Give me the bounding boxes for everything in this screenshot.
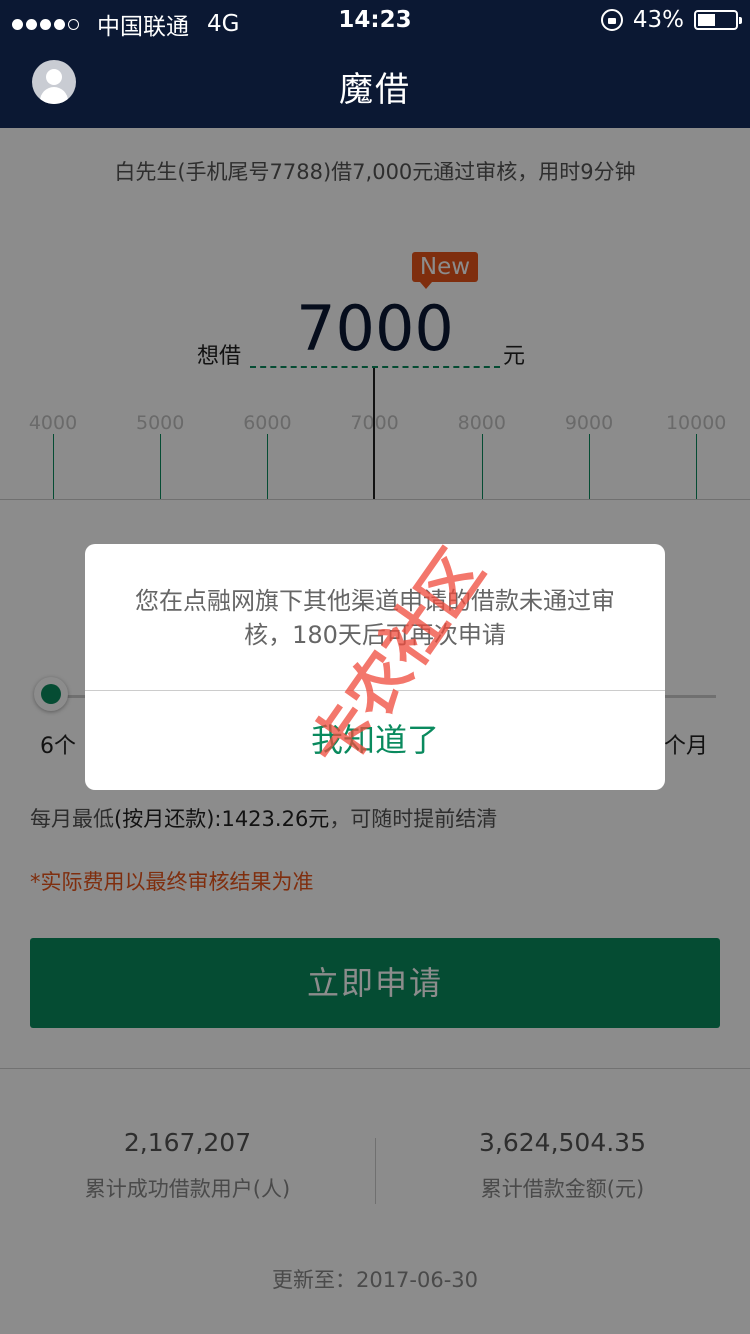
dialog-confirm-button[interactable]: 我知道了	[85, 691, 665, 790]
status-bar: 中国联通 4G 14:23 43%	[0, 0, 750, 42]
page-title: 魔借	[339, 70, 411, 110]
dialog-message: 您在点融网旗下其他渠道申请的借款未通过审核，180天后可再次申请	[135, 587, 615, 649]
status-right: 43%	[600, 7, 742, 33]
alert-dialog: 您在点融网旗下其他渠道申请的借款未通过审核，180天后可再次申请 我知道了	[85, 544, 665, 790]
top-bar: 中国联通 4G 14:23 43% 魔借	[0, 0, 750, 128]
battery-percent: 43%	[632, 7, 684, 33]
rotation-lock-icon	[600, 9, 623, 31]
battery-icon	[694, 10, 742, 30]
